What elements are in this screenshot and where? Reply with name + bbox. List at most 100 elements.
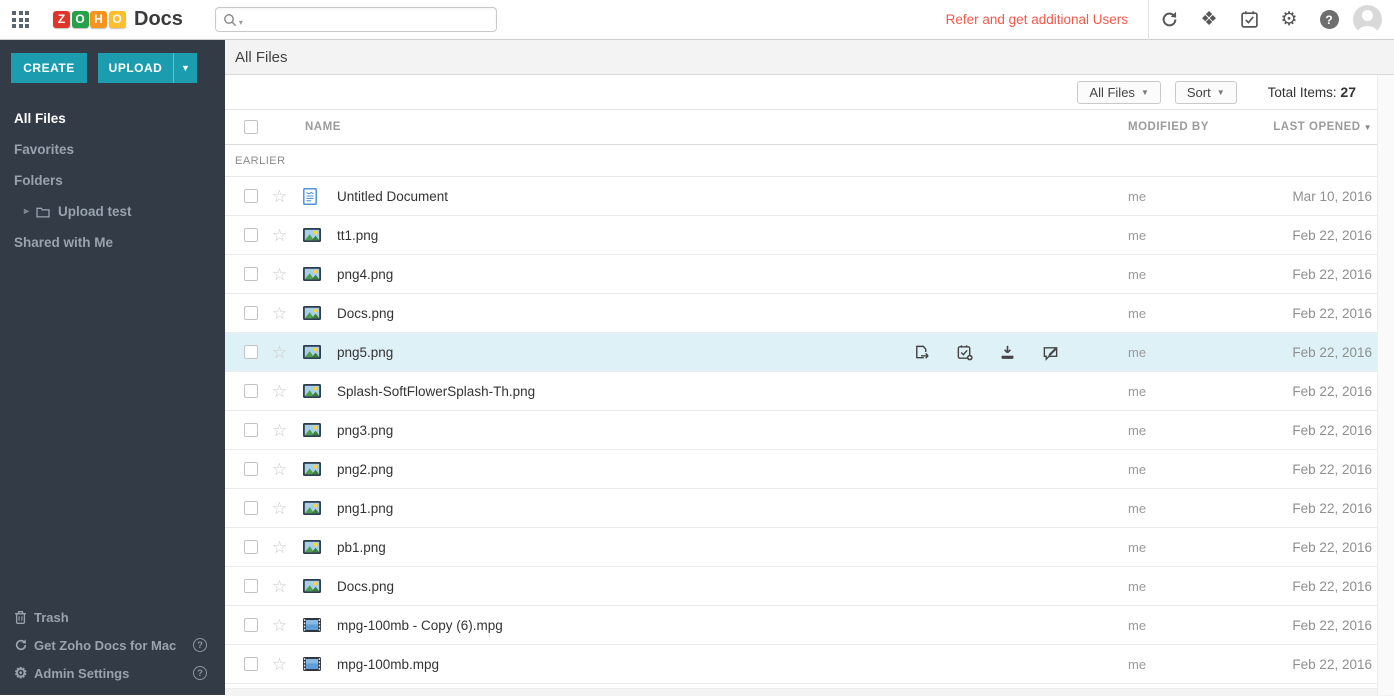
favorite-star-icon[interactable]: ☆ xyxy=(271,500,288,517)
table-row[interactable]: ☆ xyxy=(225,216,1394,255)
table-row[interactable]: ☆ xyxy=(225,372,1394,411)
table-row[interactable]: ☆ xyxy=(225,255,1394,294)
table-row[interactable]: ☆ xyxy=(225,450,1394,489)
zoho-logo[interactable]: ZOHO xyxy=(53,11,127,28)
filter-dropdown-button[interactable]: All Files ▼ xyxy=(1077,80,1161,104)
dropbox-icon[interactable]: ❖ xyxy=(1189,0,1229,40)
row-checkbox[interactable] xyxy=(244,189,258,203)
row-checkbox[interactable] xyxy=(244,618,258,632)
table-row[interactable]: ☆ xyxy=(225,177,1394,216)
file-name[interactable]: Splash-SoftFlowerSplash-Th.png xyxy=(337,384,1104,399)
file-name[interactable]: mpg-100mb - Copy (6).mpg xyxy=(337,618,1104,633)
upload-dropdown-caret-icon[interactable]: ▼ xyxy=(173,53,197,83)
row-checkbox[interactable] xyxy=(244,228,258,242)
file-name[interactable]: Untitled Document xyxy=(337,189,1104,204)
file-name[interactable]: png4.png xyxy=(337,267,1104,282)
favorite-star-icon[interactable]: ☆ xyxy=(271,227,288,244)
edit-comment-icon[interactable] xyxy=(1042,344,1059,361)
favorite-star-icon[interactable]: ☆ xyxy=(271,617,288,634)
row-checkbox[interactable] xyxy=(244,306,258,320)
file-name[interactable]: mpg-100mb.mpg xyxy=(337,657,1104,672)
table-row[interactable]: ☆ xyxy=(225,411,1394,450)
table-row[interactable]: ☆ xyxy=(225,294,1394,333)
sidebar-item-folders[interactable]: Folders xyxy=(0,165,225,196)
table-row[interactable]: ☆ xyxy=(225,645,1394,684)
sidebar-item-upload-test-folder[interactable]: ▸ Upload test xyxy=(0,196,225,227)
column-header-last-opened[interactable]: LAST OPENED ▼ xyxy=(1264,121,1394,133)
sidebar: CREATE UPLOAD ▼ All Files Favorites Fold… xyxy=(0,40,225,695)
sidebar-item-shared-with-me[interactable]: Shared with Me xyxy=(0,227,225,258)
row-checkbox[interactable] xyxy=(244,540,258,554)
file-name[interactable]: tt1.png xyxy=(337,228,1104,243)
row-checkbox[interactable] xyxy=(244,267,258,281)
sidebar-item-admin-settings[interactable]: ⚙ Admin Settings ? xyxy=(0,659,225,687)
file-type-icon xyxy=(303,579,321,593)
favorite-star-icon[interactable]: ☆ xyxy=(271,539,288,556)
table-row[interactable]: ☆ xyxy=(225,489,1394,528)
sync-icon[interactable] xyxy=(1149,0,1189,40)
modified-by: me xyxy=(1128,383,1147,399)
file-name[interactable]: Docs.png xyxy=(337,579,1104,594)
download-icon[interactable] xyxy=(999,344,1016,361)
table-header: NAME MODIFIED BY LAST OPENED ▼ xyxy=(225,110,1394,145)
help-icon[interactable]: ? xyxy=(193,666,207,680)
row-checkbox[interactable] xyxy=(244,462,258,476)
expand-caret-icon[interactable]: ▸ xyxy=(24,206,29,217)
select-all-checkbox[interactable] xyxy=(244,120,258,134)
favorite-star-icon[interactable]: ☆ xyxy=(271,461,288,478)
table-row[interactable]: ☆ xyxy=(225,333,1394,372)
help-icon[interactable]: ? xyxy=(1309,0,1349,40)
create-button[interactable]: CREATE xyxy=(11,53,87,83)
help-icon[interactable]: ? xyxy=(193,638,207,652)
settings-icon[interactable]: ⚙ xyxy=(1269,0,1309,40)
share-file-icon[interactable] xyxy=(913,344,930,361)
column-header-name[interactable]: NAME xyxy=(305,121,1104,133)
favorite-star-icon[interactable]: ☆ xyxy=(271,266,288,283)
sidebar-item-trash[interactable]: Trash xyxy=(0,603,225,631)
file-name[interactable]: png5.png xyxy=(337,345,934,360)
favorite-star-icon[interactable]: ☆ xyxy=(271,305,288,322)
row-checkbox[interactable] xyxy=(244,579,258,593)
favorite-star-icon[interactable]: ☆ xyxy=(271,422,288,439)
search-input[interactable] xyxy=(246,12,489,27)
table-row[interactable]: ☆ xyxy=(225,567,1394,606)
sidebar-item-favorites[interactable]: Favorites xyxy=(0,134,225,165)
bottom-edge xyxy=(225,688,1394,696)
refer-link[interactable]: Refer and get additional Users xyxy=(946,12,1128,27)
favorite-star-icon[interactable]: ☆ xyxy=(271,578,288,595)
file-name[interactable]: pb1.png xyxy=(337,540,1104,555)
sidebar-item-all-files[interactable]: All Files xyxy=(0,103,225,134)
row-checkbox[interactable] xyxy=(244,384,258,398)
row-checkbox[interactable] xyxy=(244,657,258,671)
avatar[interactable] xyxy=(1353,5,1382,34)
table-row[interactable]: ☆ xyxy=(225,606,1394,645)
search-scope-caret-icon[interactable]: ▾ xyxy=(239,18,243,31)
zoho-logo-tile: O xyxy=(108,11,126,28)
favorite-star-icon[interactable]: ☆ xyxy=(271,656,288,673)
favorite-star-icon[interactable]: ☆ xyxy=(271,344,288,361)
table-row[interactable]: ☆ xyxy=(225,528,1394,567)
upload-button[interactable]: UPLOAD ▼ xyxy=(98,53,197,83)
top-bar: ZOHO Docs ▾ Refer and get additional Use… xyxy=(0,0,1394,40)
file-name[interactable]: png1.png xyxy=(337,501,1104,516)
file-name[interactable]: png3.png xyxy=(337,423,1104,438)
sort-dropdown-button[interactable]: Sort ▼ xyxy=(1174,80,1237,104)
last-opened-date: Feb 22, 2016 xyxy=(1292,383,1372,399)
add-task-icon[interactable] xyxy=(956,344,973,361)
search-box[interactable]: ▾ xyxy=(214,7,497,32)
file-type-icon xyxy=(303,501,321,515)
favorite-star-icon[interactable]: ☆ xyxy=(271,383,288,400)
file-name[interactable]: png2.png xyxy=(337,462,1104,477)
row-checkbox[interactable] xyxy=(244,501,258,515)
favorite-star-icon[interactable]: ☆ xyxy=(271,188,288,205)
file-name[interactable]: Docs.png xyxy=(337,306,1104,321)
tasks-icon[interactable] xyxy=(1229,0,1269,40)
gear-icon: ⚙ xyxy=(14,664,28,682)
row-checkbox[interactable] xyxy=(244,345,258,359)
scrollbar-track[interactable] xyxy=(1377,75,1394,695)
app-launcher-icon[interactable] xyxy=(12,11,29,28)
column-header-modified-by[interactable]: MODIFIED BY xyxy=(1104,121,1264,133)
sidebar-item-get-zoho-docs-mac[interactable]: Get Zoho Docs for Mac ? xyxy=(0,631,225,659)
row-checkbox[interactable] xyxy=(244,423,258,437)
file-rows: ☆ Untitled Document me Mar 10, 2016 ☆ tt… xyxy=(225,177,1394,684)
